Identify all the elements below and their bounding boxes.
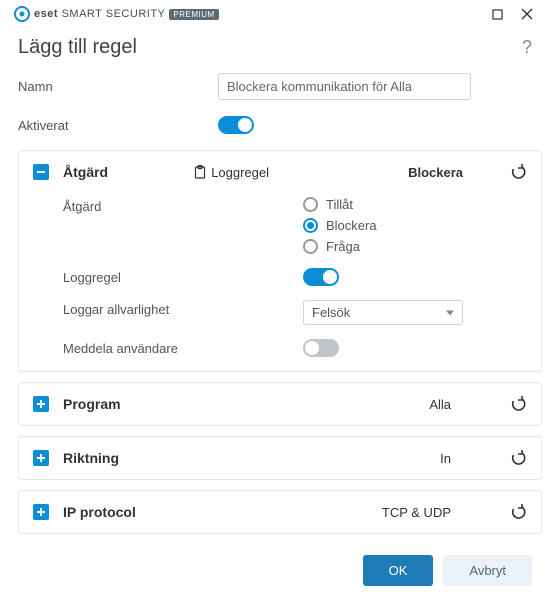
reset-action-button[interactable] (509, 163, 527, 181)
collapse-icon (33, 164, 49, 180)
reset-protocol-button[interactable] (509, 503, 527, 521)
panel-protocol: IP protocol TCP & UDP (18, 490, 542, 534)
enabled-label: Aktiverat (18, 118, 218, 133)
expand-icon (33, 504, 49, 520)
panel-program-title: Program (63, 396, 121, 412)
panel-protocol-header[interactable]: IP protocol TCP & UDP (19, 491, 541, 533)
panel-protocol-title: IP protocol (63, 504, 136, 520)
logrule-toggle[interactable] (303, 268, 339, 286)
panel-protocol-value: TCP & UDP (382, 505, 451, 520)
ok-button[interactable]: OK (363, 555, 434, 586)
maximize-button[interactable] (490, 7, 504, 21)
expand-icon (33, 396, 49, 412)
panel-program-value: Alla (429, 397, 451, 412)
radio-allow[interactable]: Tillåt (303, 197, 377, 212)
panel-action-title: Åtgärd (63, 164, 108, 180)
severity-label: Loggar allvarlighet (63, 300, 303, 317)
panel-action-header[interactable]: Åtgärd Loggregel Blockera (19, 151, 541, 193)
name-label: Namn (18, 79, 218, 94)
notify-label: Meddela användare (63, 339, 303, 356)
help-button[interactable]: ? (522, 37, 532, 58)
action-label: Åtgärd (63, 197, 303, 214)
notify-toggle[interactable] (303, 339, 339, 357)
panel-action-summary: Loggregel (193, 165, 269, 180)
panel-program-header[interactable]: Program Alla (19, 383, 541, 425)
cancel-button[interactable]: Avbryt (443, 555, 532, 586)
panel-direction-header[interactable]: Riktning In (19, 437, 541, 479)
severity-select[interactable]: Felsök (303, 300, 463, 325)
panel-direction-title: Riktning (63, 450, 119, 466)
panel-direction-value: In (440, 451, 451, 466)
app-logo: eset SMART SECURITY PREMIUM (14, 6, 219, 22)
clipboard-icon (193, 165, 207, 179)
reset-direction-button[interactable] (509, 449, 527, 467)
radio-block[interactable]: Blockera (303, 218, 377, 233)
logrule-label: Loggregel (63, 268, 303, 285)
brand-text: eset SMART SECURITY (34, 8, 165, 20)
rule-name-input[interactable] (218, 73, 471, 100)
panel-action-value: Blockera (408, 165, 463, 180)
panel-direction: Riktning In (18, 436, 542, 480)
close-button[interactable] (520, 7, 534, 21)
page-title: Lägg till regel (18, 36, 137, 59)
premium-badge: PREMIUM (169, 9, 218, 20)
enabled-toggle[interactable] (218, 116, 254, 134)
reset-program-button[interactable] (509, 395, 527, 413)
radio-ask[interactable]: Fråga (303, 239, 377, 254)
expand-icon (33, 450, 49, 466)
panel-program: Program Alla (18, 382, 542, 426)
panel-action: Åtgärd Loggregel Blockera Åtgärd Tillåt … (18, 150, 542, 372)
